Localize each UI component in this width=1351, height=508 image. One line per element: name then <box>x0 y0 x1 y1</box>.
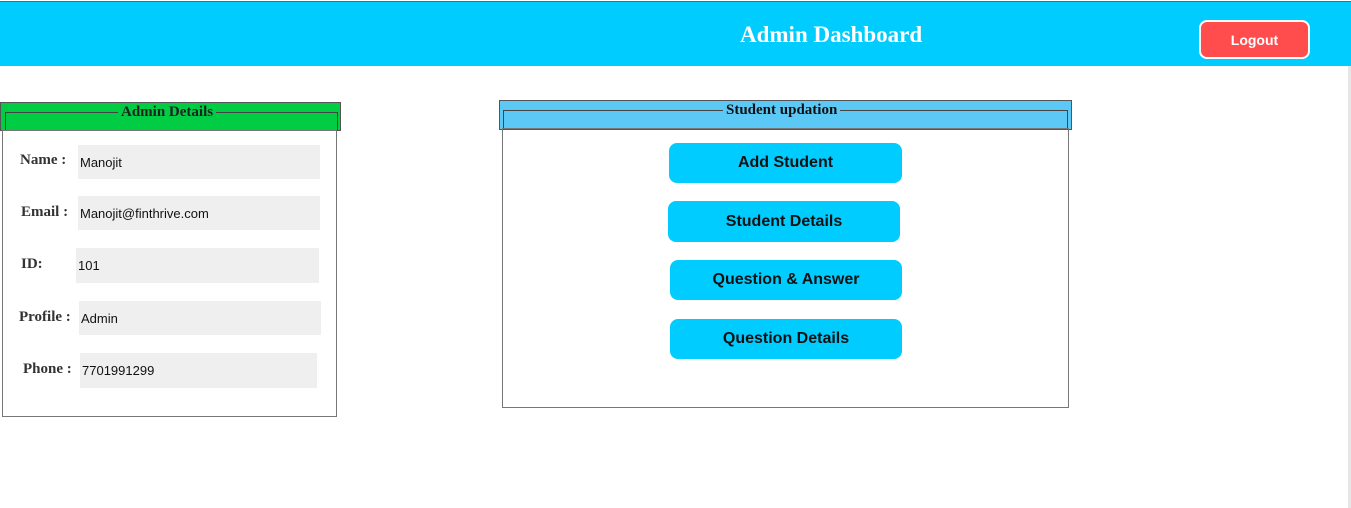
id-field[interactable] <box>76 248 319 283</box>
id-label: ID: <box>21 256 43 272</box>
student-updation-legend: Student updation <box>499 100 1072 130</box>
student-details-button[interactable]: Student Details <box>668 201 900 242</box>
name-label: Name : <box>20 152 67 168</box>
page-title: Admin Dashboard <box>740 22 923 47</box>
admin-details-legend: Admin Details <box>0 102 341 131</box>
add-student-button[interactable]: Add Student <box>669 143 902 183</box>
logout-button[interactable]: Logout <box>1199 20 1310 59</box>
student-updation-title: Student updation <box>723 102 841 119</box>
phone-label: Phone : <box>23 361 72 377</box>
admin-details-title: Admin Details <box>118 104 217 121</box>
header-bar: Admin Dashboard Logout <box>0 1 1351 66</box>
phone-field[interactable] <box>80 353 317 388</box>
email-field[interactable] <box>78 196 320 230</box>
profile-field[interactable] <box>79 301 321 335</box>
question-details-button[interactable]: Question Details <box>670 319 902 359</box>
email-label: Email : <box>21 204 69 220</box>
name-field[interactable] <box>78 145 320 179</box>
question-answer-button[interactable]: Question & Answer <box>670 260 902 300</box>
profile-label: Profile : <box>19 309 71 325</box>
